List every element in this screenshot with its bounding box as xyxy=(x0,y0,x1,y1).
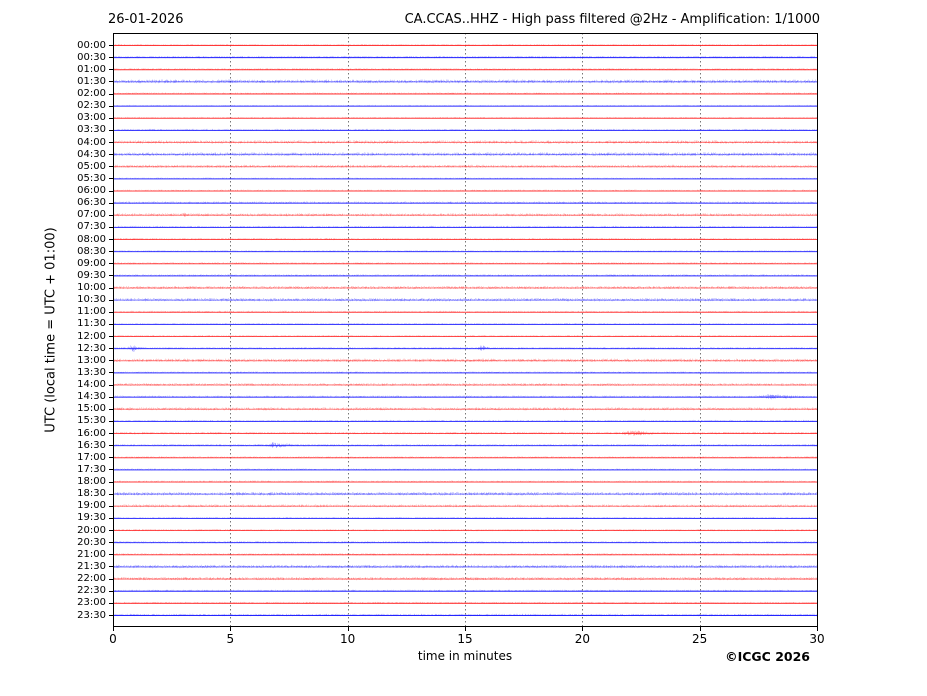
y-tick-label: 22:00 xyxy=(77,573,106,585)
copyright-credit: ©ICGC 2026 xyxy=(725,649,810,664)
x-tick-label: 15 xyxy=(457,632,473,646)
y-tick-label: 19:00 xyxy=(77,500,106,512)
y-tick-label: 23:00 xyxy=(77,597,106,609)
y-tick-label: 19:30 xyxy=(77,512,106,524)
x-tick-label: 20 xyxy=(574,632,590,646)
y-tick-label: 03:30 xyxy=(77,124,106,136)
y-tick-label: 21:00 xyxy=(77,548,106,560)
y-tick-label: 22:30 xyxy=(77,585,106,597)
x-tick-label: 25 xyxy=(692,632,708,646)
x-tick-label: 0 xyxy=(109,632,117,646)
y-tick-label: 01:00 xyxy=(77,63,106,75)
y-tick-label: 03:00 xyxy=(77,112,106,124)
y-tick-label: 11:00 xyxy=(77,306,106,318)
y-tick-label: 00:30 xyxy=(77,51,106,63)
y-tick-label: 06:00 xyxy=(77,185,106,197)
y-tick-label: 14:30 xyxy=(77,391,106,403)
y-tick-label: 12:30 xyxy=(77,342,106,354)
y-tick-label: 10:00 xyxy=(77,282,106,294)
y-tick-label: 09:30 xyxy=(77,269,106,281)
y-tick-label: 12:00 xyxy=(77,330,106,342)
y-tick-label: 13:30 xyxy=(77,366,106,378)
y-tick-label: 13:00 xyxy=(77,354,106,366)
y-tick-label: 01:30 xyxy=(77,75,106,87)
y-tick-label: 08:00 xyxy=(77,233,106,245)
y-tick-label: 05:00 xyxy=(77,160,106,172)
y-tick-label: 17:00 xyxy=(77,451,106,463)
y-tick-label: 10:30 xyxy=(77,294,106,306)
y-tick-label: 15:30 xyxy=(77,415,106,427)
y-tick-label: 20:30 xyxy=(77,536,106,548)
helicorder-page: 26-01-2026 CA.CCAS..HHZ - High pass filt… xyxy=(0,0,927,696)
y-tick-label: 23:30 xyxy=(77,609,106,621)
x-tick-label: 10 xyxy=(340,632,356,646)
y-tick-label: 07:30 xyxy=(77,221,106,233)
y-tick-label: 05:30 xyxy=(77,172,106,184)
y-tick-label: 11:30 xyxy=(77,318,106,330)
y-tick-label: 04:30 xyxy=(77,148,106,160)
y-tick-label: 02:00 xyxy=(77,88,106,99)
y-tick-label: 09:00 xyxy=(77,257,106,269)
y-tick-label: 18:00 xyxy=(77,476,106,488)
y-tick-label: 16:00 xyxy=(77,427,106,439)
y-tick-label: 02:30 xyxy=(77,100,106,112)
y-tick-label: 18:30 xyxy=(77,488,106,500)
y-tick-label: 06:30 xyxy=(77,197,106,209)
y-tick-label: 08:30 xyxy=(77,245,106,257)
helicorder-canvas xyxy=(0,0,927,696)
y-tick-label: 15:00 xyxy=(77,403,106,415)
x-tick-label: 5 xyxy=(226,632,235,646)
y-tick-label: 07:00 xyxy=(77,209,106,221)
y-tick-label: 14:00 xyxy=(77,379,106,391)
y-tick-label: 17:30 xyxy=(77,463,106,475)
y-tick-label: 00:00 xyxy=(77,39,106,51)
y-tick-label: 20:00 xyxy=(77,524,106,536)
y-tick-label: 04:00 xyxy=(77,136,106,148)
y-tick-label: 21:30 xyxy=(77,560,106,572)
y-tick-label: 16:30 xyxy=(77,439,106,451)
x-axis-label: time in minutes xyxy=(417,649,513,663)
x-tick-label: 30 xyxy=(809,632,825,646)
